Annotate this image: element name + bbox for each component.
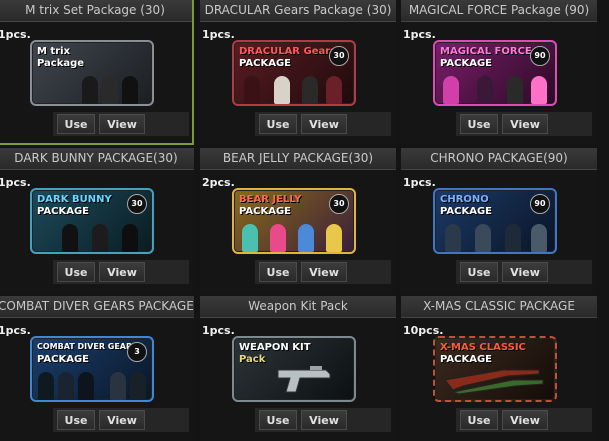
button-bar: Use View bbox=[255, 260, 391, 284]
duration-badge: 90 bbox=[530, 46, 550, 66]
package-title: MAGICAL FORCE Package (90) bbox=[401, 0, 597, 22]
character-figures bbox=[32, 218, 152, 252]
package-thumbnail: DRACULAR Gears PACKAGE 30 bbox=[232, 40, 356, 106]
package-thumbnail: X-MAS CLASSIC PACKAGE bbox=[433, 336, 557, 402]
thumbnail-title: MAGICAL FORCE bbox=[440, 46, 532, 57]
thumbnail-subtitle: PACKAGE bbox=[37, 354, 90, 365]
use-button[interactable]: Use bbox=[57, 410, 95, 430]
view-button[interactable]: View bbox=[502, 114, 548, 134]
package-title: BEAR JELLY PACKAGE(30) bbox=[200, 148, 396, 170]
thumbnail-subtitle: Package bbox=[37, 58, 85, 69]
package-card[interactable]: DARK BUNNY PACKAGE(30) 1pcs. DARK BUNNY … bbox=[0, 148, 194, 293]
character-figures bbox=[435, 218, 555, 252]
package-quantity: 1pcs. bbox=[202, 324, 235, 337]
package-thumbnail: DARK BUNNY PACKAGE 30 bbox=[30, 188, 154, 254]
package-card[interactable]: Weapon Kit Pack 1pcs. WEAPON KIT Pack Us… bbox=[200, 296, 396, 441]
use-button[interactable]: Use bbox=[259, 114, 297, 134]
pistol-icon bbox=[277, 366, 331, 393]
button-bar: Use View bbox=[53, 260, 189, 284]
use-button[interactable]: Use bbox=[57, 114, 95, 134]
character-figures bbox=[435, 70, 555, 104]
button-bar: Use View bbox=[53, 112, 189, 136]
view-button[interactable]: View bbox=[301, 114, 347, 134]
character-figures bbox=[32, 70, 152, 104]
package-card[interactable]: BEAR JELLY PACKAGE(30) 2pcs. BEAR JELLY … bbox=[200, 148, 396, 293]
package-quantity: 1pcs. bbox=[0, 28, 31, 41]
package-thumbnail: COMBAT DIVER GEARS PACKAGE 3 bbox=[30, 336, 154, 402]
thumbnail-title: DRACULAR Gears bbox=[239, 46, 337, 57]
duration-badge: 90 bbox=[530, 194, 550, 214]
package-quantity: 1pcs. bbox=[0, 176, 31, 189]
package-thumbnail: BEAR JELLY PACKAGE 30 bbox=[232, 188, 356, 254]
package-card[interactable]: CHRONO PACKAGE(90) 1pcs. CHRONO PACKAGE … bbox=[401, 148, 597, 293]
view-button[interactable]: View bbox=[502, 410, 548, 430]
package-quantity: 1pcs. bbox=[202, 28, 235, 41]
use-button[interactable]: Use bbox=[460, 262, 498, 282]
view-button[interactable]: View bbox=[301, 410, 347, 430]
thumbnail-title: COMBAT DIVER GEARS bbox=[37, 342, 138, 351]
package-thumbnail: WEAPON KIT Pack bbox=[232, 336, 356, 402]
thumbnail-subtitle: PACKAGE bbox=[440, 206, 493, 217]
view-button[interactable]: View bbox=[502, 262, 548, 282]
thumbnail-subtitle: Pack bbox=[239, 354, 266, 365]
package-card[interactable]: M trix Set Package (30) 1pcs. M trix Pac… bbox=[0, 0, 194, 145]
use-button[interactable]: Use bbox=[460, 410, 498, 430]
package-card[interactable]: MAGICAL FORCE Package (90) 1pcs. MAGICAL… bbox=[401, 0, 597, 145]
package-card[interactable]: X-MAS CLASSIC PACKAGE 10pcs. X-MAS CLASS… bbox=[401, 296, 597, 441]
package-title: CHRONO PACKAGE(90) bbox=[401, 148, 597, 170]
thumbnail-title: CHRONO bbox=[440, 194, 489, 205]
thumbnail-subtitle: PACKAGE bbox=[37, 206, 90, 217]
package-title: COMBAT DIVER GEARS PACKAGE(3 bbox=[0, 296, 194, 318]
button-bar: Use View bbox=[53, 408, 189, 432]
duration-badge: 30 bbox=[127, 194, 147, 214]
use-button[interactable]: Use bbox=[57, 262, 95, 282]
use-button[interactable]: Use bbox=[259, 410, 297, 430]
duration-badge: 30 bbox=[329, 46, 349, 66]
view-button[interactable]: View bbox=[301, 262, 347, 282]
thumbnail-subtitle: PACKAGE bbox=[440, 354, 493, 365]
view-button[interactable]: View bbox=[99, 262, 145, 282]
view-button[interactable]: View bbox=[99, 410, 145, 430]
thumbnail-title: BEAR JELLY bbox=[239, 194, 302, 205]
thumbnail-title: M trix bbox=[37, 46, 71, 57]
button-bar: Use View bbox=[255, 112, 391, 136]
use-button[interactable]: Use bbox=[259, 262, 297, 282]
use-button[interactable]: Use bbox=[460, 114, 498, 134]
package-title: X-MAS CLASSIC PACKAGE bbox=[401, 296, 597, 318]
thumbnail-subtitle: PACKAGE bbox=[239, 58, 292, 69]
button-bar: Use View bbox=[456, 112, 592, 136]
package-thumbnail: M trix Package bbox=[30, 40, 154, 106]
package-quantity: 1pcs. bbox=[403, 176, 436, 189]
thumbnail-title: DARK BUNNY bbox=[37, 194, 112, 205]
button-bar: Use View bbox=[456, 408, 592, 432]
package-thumbnail: CHRONO PACKAGE 90 bbox=[433, 188, 557, 254]
package-title: DARK BUNNY PACKAGE(30) bbox=[0, 148, 194, 170]
button-bar: Use View bbox=[456, 260, 592, 284]
package-title: DRACULAR Gears Package (30) bbox=[200, 0, 396, 22]
thumbnail-subtitle: PACKAGE bbox=[440, 58, 493, 69]
package-card[interactable]: DRACULAR Gears Package (30) 1pcs. DRACUL… bbox=[200, 0, 396, 145]
package-quantity: 1pcs. bbox=[0, 324, 31, 337]
package-thumbnail: MAGICAL FORCE PACKAGE 90 bbox=[433, 40, 557, 106]
view-button[interactable]: View bbox=[99, 114, 145, 134]
character-figures bbox=[234, 70, 354, 104]
rifles-icon bbox=[444, 369, 544, 394]
package-title: M trix Set Package (30) bbox=[0, 0, 192, 22]
thumbnail-title: X-MAS CLASSIC bbox=[440, 342, 526, 353]
duration-badge: 30 bbox=[329, 194, 349, 214]
package-card[interactable]: COMBAT DIVER GEARS PACKAGE(3 1pcs. COMBA… bbox=[0, 296, 194, 441]
thumbnail-title: WEAPON KIT bbox=[239, 342, 311, 353]
package-quantity: 1pcs. bbox=[403, 28, 436, 41]
package-title: Weapon Kit Pack bbox=[200, 296, 396, 318]
thumbnail-subtitle: PACKAGE bbox=[239, 206, 292, 217]
button-bar: Use View bbox=[255, 408, 391, 432]
character-figures bbox=[32, 366, 152, 400]
character-figures bbox=[234, 218, 354, 252]
package-grid: M trix Set Package (30) 1pcs. M trix Pac… bbox=[0, 0, 609, 441]
duration-badge: 3 bbox=[127, 342, 147, 362]
package-quantity: 2pcs. bbox=[202, 176, 235, 189]
